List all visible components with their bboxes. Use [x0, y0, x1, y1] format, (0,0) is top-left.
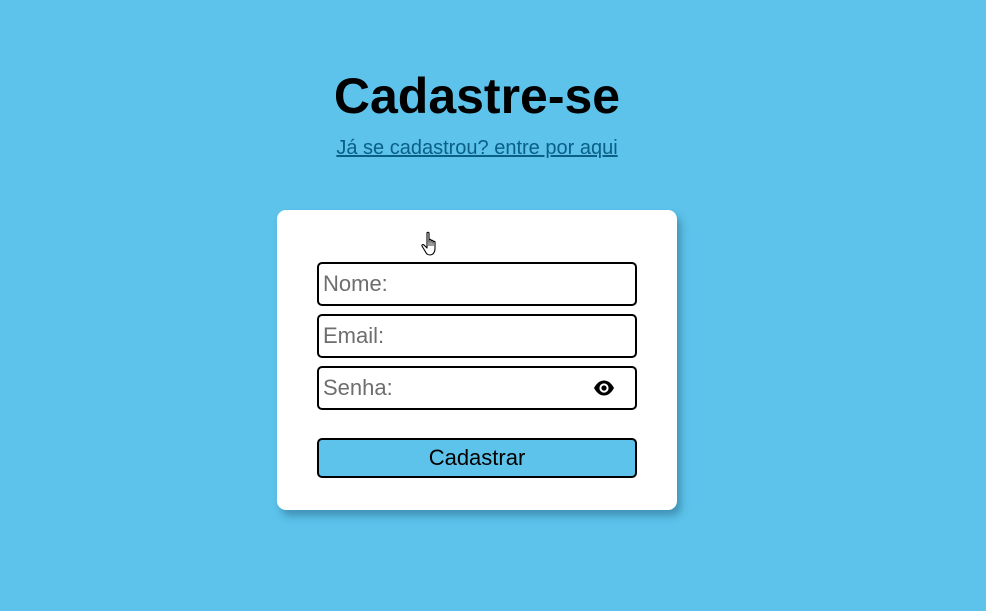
login-link[interactable]: Já se cadastrou? entre por aqui [336, 137, 617, 159]
email-field [317, 314, 637, 358]
password-field [317, 366, 637, 410]
eye-icon[interactable] [593, 379, 615, 397]
password-input[interactable] [319, 368, 635, 408]
page-title: Cadastre-se [333, 68, 621, 124]
signup-card: Cadastrar [277, 210, 677, 510]
submit-button[interactable]: Cadastrar [317, 438, 637, 478]
email-input[interactable] [319, 316, 635, 356]
eye-icon-graphic [594, 380, 614, 396]
name-input[interactable] [319, 264, 635, 304]
login-link-container: Já se cadastrou? entre por aqui [0, 135, 954, 161]
name-field [317, 262, 637, 306]
signup-page: Cadastre-se Já se cadastrou? entre por a… [0, 0, 986, 611]
